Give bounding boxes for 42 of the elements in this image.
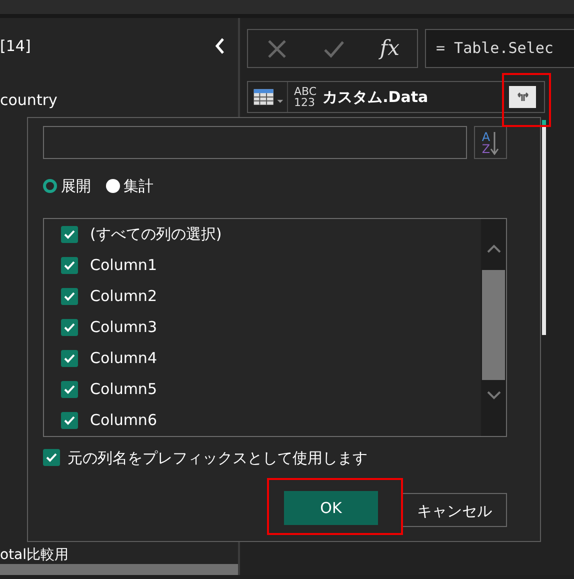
column-option[interactable]: (すべての列の選択): [90, 222, 222, 246]
collapse-icon[interactable]: [214, 37, 226, 56]
expand-icon: [514, 91, 530, 103]
type-top: ABC: [294, 86, 317, 97]
scroll-thumb[interactable]: [482, 270, 505, 380]
column-option[interactable]: Column2: [90, 284, 157, 308]
column-option[interactable]: Column4: [90, 346, 157, 370]
checkbox[interactable]: [61, 350, 78, 366]
highlight-frame: [502, 73, 551, 127]
mode-label[interactable]: 展開: [60, 175, 91, 198]
search-field[interactable]: [43, 126, 466, 159]
checkbox[interactable]: [43, 449, 60, 466]
checkbox[interactable]: [61, 412, 78, 428]
formula-field[interactable]: = Table.Selec: [425, 29, 574, 68]
field-name: otal比較用: [0, 547, 69, 564]
checkbox[interactable]: [61, 288, 78, 304]
ok-button[interactable]: OK: [284, 491, 378, 525]
column-option[interactable]: Column6: [90, 408, 157, 432]
cancel-icon[interactable]: [266, 38, 288, 60]
column-name: カスタム.Data: [322, 86, 428, 108]
column-option[interactable]: Column1: [90, 254, 157, 276]
down-arrow-icon: [490, 130, 500, 154]
mode-label[interactable]: 集計: [124, 175, 154, 198]
sort-letter: A: [482, 130, 490, 142]
scroll-down-icon[interactable]: [486, 390, 502, 402]
column-option[interactable]: Column5: [90, 378, 157, 400]
checkbox[interactable]: [61, 226, 78, 242]
checkbox[interactable]: [61, 256, 78, 274]
fx-label[interactable]: fx: [380, 32, 400, 64]
radio-dot[interactable]: [43, 179, 57, 194]
expand-button[interactable]: [509, 86, 536, 108]
sort-letter: Z: [482, 142, 490, 154]
checkbox[interactable]: [61, 380, 78, 398]
radio-dot[interactable]: [106, 179, 120, 194]
index-label: [14]: [0, 36, 31, 57]
type-bottom: 123: [294, 97, 316, 108]
sort-button[interactable]: A Z: [474, 126, 507, 159]
checkbox[interactable]: [61, 318, 78, 336]
field-name: country: [0, 90, 58, 110]
prefix-option-label[interactable]: 元の列名をプレフィックスとして使用します: [68, 446, 368, 469]
cancel-button[interactable]: キャンセル: [402, 493, 507, 527]
column-option[interactable]: Column3: [90, 316, 157, 338]
